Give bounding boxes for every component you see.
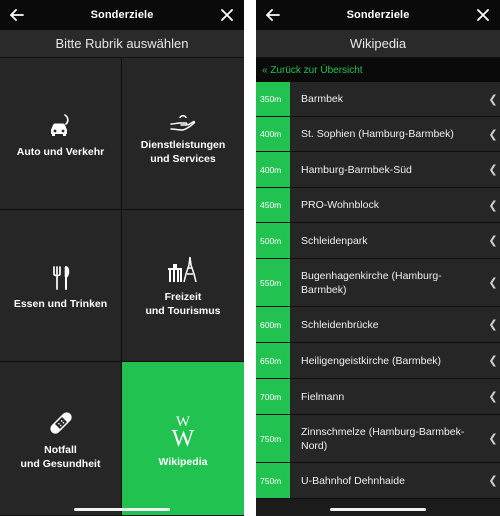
distance-badge: 400m: [256, 117, 290, 151]
list-item[interactable]: 600m Schleidenbrücke ❮: [256, 307, 500, 343]
screen-title: Sonderziele: [346, 9, 410, 21]
screen-title: Sonderziele: [90, 9, 154, 21]
category-dienstleistungen[interactable]: Dienstleistungen und Services: [122, 58, 244, 210]
top-bar: Sonderziele: [0, 0, 244, 30]
chevron-left-icon: ❮: [488, 164, 498, 176]
home-indicator: [74, 508, 170, 511]
chevron-left-icon: ❮: [488, 433, 498, 445]
list-item[interactable]: 750m U-Bahnhof Dehnhaide ❮: [256, 463, 500, 499]
poi-name: Schleidenbrücke: [301, 318, 379, 331]
distance-badge: 400m: [256, 152, 290, 187]
distance-badge: 550m: [256, 259, 290, 306]
distance-badge: 600m: [256, 307, 290, 342]
category-auto-und-verkehr[interactable]: Auto und Verkehr: [0, 58, 122, 210]
svg-text:W: W: [172, 426, 195, 449]
list-item[interactable]: 500m Schleidenpark ❮: [256, 223, 500, 259]
distance-badge: 700m: [256, 379, 290, 414]
category-essen-und-trinken[interactable]: Essen und Trinken: [0, 210, 122, 362]
distance-badge: 750m: [256, 463, 290, 498]
category-label: Auto und Verkehr: [16, 145, 105, 158]
poi-name: Schleidenpark: [301, 234, 368, 247]
category-prompt: Bitte Rubrik auswählen: [0, 30, 244, 58]
list-title: Wikipedia: [256, 30, 500, 58]
list-item[interactable]: 550m Bugenhagenkirche (Hamburg-Barmbek) …: [256, 259, 500, 307]
poi-name: Fielmann: [301, 390, 345, 403]
category-label: Freizeit und Tourismus: [145, 290, 221, 317]
poi-name: St. Sophien (Hamburg-Barmbek): [301, 128, 454, 140]
list-item[interactable]: 350m Barmbek ❮: [256, 82, 500, 117]
close-icon[interactable]: [474, 6, 492, 24]
distance-badge: 750m: [256, 415, 290, 462]
close-icon[interactable]: [218, 6, 236, 24]
chevron-left-icon: ❮: [488, 93, 498, 106]
category-notfall-und-gesundheit[interactable]: Notfall und Gesundheit: [0, 362, 122, 516]
list-item[interactable]: 750m Zinnschmelze (Hamburg-Barmbek-Nord)…: [256, 415, 500, 463]
list-item[interactable]: 650m Heiligengeistkirche (Barmbek) ❮: [256, 343, 500, 379]
distance-badge: 650m: [256, 343, 290, 378]
back-arrow-icon[interactable]: [8, 6, 26, 24]
back-to-overview-link[interactable]: « Zurück zur Übersicht: [256, 58, 500, 82]
chevron-left-icon: ❮: [488, 319, 498, 331]
cutlery-icon: [50, 261, 72, 291]
chevron-left-icon: ❮: [488, 235, 498, 247]
wikipedia-list-screen: Sonderziele Wikipedia « Zurück zur Übers…: [256, 0, 500, 516]
list-item[interactable]: 700m Fielmann ❮: [256, 379, 500, 415]
category-label: Essen und Trinken: [13, 297, 108, 310]
categories-screen: Sonderziele Bitte Rubrik auswählen Auto …: [0, 0, 244, 516]
bandage-icon: [47, 407, 75, 437]
poi-name: Heiligengeistkirche (Barmbek): [301, 354, 442, 367]
category-label: Wikipedia: [158, 455, 208, 468]
poi-name: PRO-Wohnblock: [301, 199, 380, 211]
category-label: Dienstleistungen und Services: [140, 138, 226, 165]
distance-badge: 350m: [256, 82, 290, 116]
chevron-left-icon: ❮: [488, 277, 498, 289]
list-item[interactable]: 450m PRO-Wohnblock ❮: [256, 188, 500, 223]
list-item[interactable]: 400m Hamburg-Barmbek-Süd ❮: [256, 152, 500, 188]
chevron-left-icon: ❮: [488, 128, 498, 141]
distance-badge: 450m: [256, 188, 290, 222]
poi-list: 350m Barmbek ❮ 400m St. Sophien (Hamburg…: [256, 82, 500, 499]
category-label: Notfall und Gesundheit: [20, 443, 101, 470]
poi-name: Barmbek: [301, 93, 344, 105]
wikipedia-icon: W W: [163, 409, 203, 449]
chevron-left-icon: ❮: [488, 391, 498, 403]
category-grid: Auto und Verkehr Dienstleistungen und Se…: [0, 58, 244, 516]
category-wikipedia[interactable]: W W Wikipedia: [122, 362, 244, 516]
service-hand-icon: [169, 102, 197, 132]
car-icon: [48, 109, 74, 139]
category-freizeit-und-tourismus[interactable]: Freizeit und Tourismus: [122, 210, 244, 362]
poi-name: U-Bahnhof Dehnhaide: [301, 474, 405, 487]
home-indicator: [330, 508, 426, 511]
poi-name: Zinnschmelze (Hamburg-Barmbek-Nord): [301, 425, 465, 452]
chevron-left-icon: ❮: [488, 355, 498, 367]
back-arrow-icon[interactable]: [264, 6, 282, 24]
chevron-left-icon: ❮: [488, 199, 498, 212]
list-item[interactable]: 400m St. Sophien (Hamburg-Barmbek) ❮: [256, 117, 500, 152]
poi-name: Bugenhagenkirche (Hamburg-Barmbek): [301, 269, 442, 296]
top-bar: Sonderziele: [256, 0, 500, 30]
chevron-left-icon: ❮: [488, 475, 498, 487]
landmarks-icon: [167, 254, 199, 284]
distance-badge: 500m: [256, 223, 290, 258]
poi-name: Hamburg-Barmbek-Süd: [301, 163, 412, 176]
